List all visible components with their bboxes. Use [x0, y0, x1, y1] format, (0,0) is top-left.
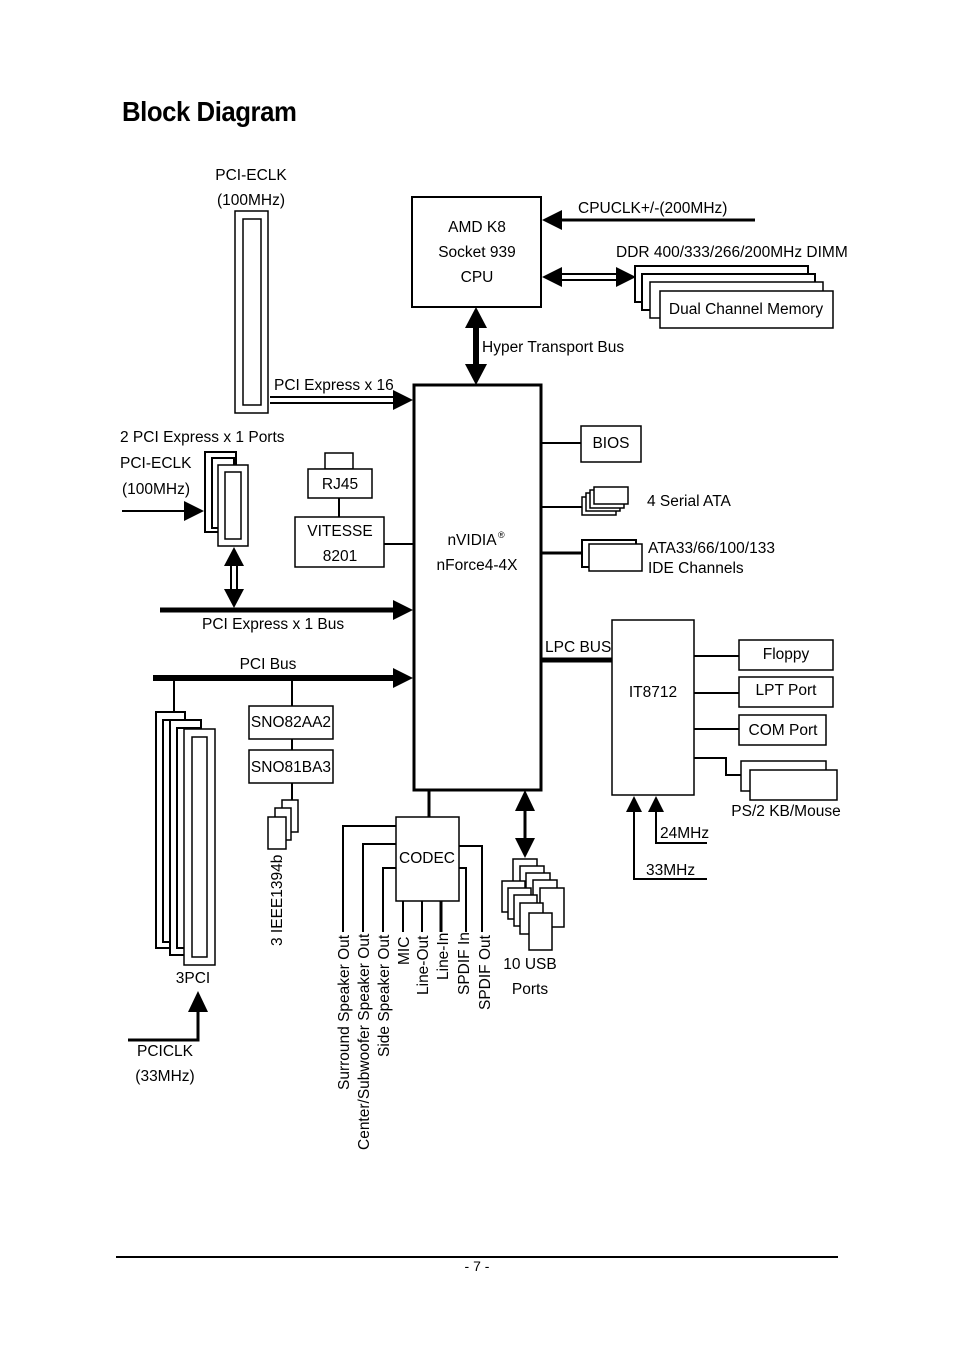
- lpt-port-label: LPT Port: [756, 682, 818, 699]
- memory-dimm-label: DDR 400/333/266/200MHz DIMM: [616, 244, 848, 261]
- com-port-label: COM Port: [749, 722, 819, 739]
- codec-output-surround: Surround Speaker Out: [336, 934, 353, 1090]
- chipset-block: nVIDIA ® nForce4-4X: [412, 383, 543, 792]
- usb-label-1: 10 USB: [503, 956, 556, 973]
- ide-label-1: ATA33/66/100/133: [648, 540, 775, 557]
- pci-bus-label: PCI Bus: [240, 656, 297, 673]
- codec-block: CODEC Surround Speaker Out Center/Subwoo…: [336, 790, 494, 1150]
- pcie1-clk-label-2: (100MHz): [122, 481, 190, 498]
- cpu-label-3: CPU: [461, 269, 494, 286]
- pcie16-clk-label-2: (100MHz): [217, 192, 285, 209]
- memory-block: Dual Channel Memory DDR 400/333/266/200M…: [542, 244, 848, 329]
- usb-block: 10 USB Ports: [501, 790, 565, 998]
- usb-label-2: Ports: [512, 981, 548, 998]
- pciclk-label-1: PCICLK: [137, 1043, 194, 1060]
- pci-bus: PCI Bus: [153, 656, 413, 688]
- ieee1394-chip1-label: SNO82AA2: [251, 714, 331, 731]
- cpu-block: AMD K8 Socket 939 CPU: [411, 196, 542, 308]
- codec-output-spdif-out: SPDIF Out: [477, 934, 494, 1010]
- pciclk-label-2: (33MHz): [135, 1068, 194, 1085]
- pcie-x16-slot: PCI-ECLK (100MHz) PCI Express x 16: [215, 167, 413, 414]
- rj45-label: RJ45: [322, 476, 358, 493]
- chipset-label-2: nForce4-4X: [437, 557, 519, 574]
- lan-phy-label-1: VITESSE: [307, 523, 372, 540]
- codec-output-line-in: Line-In: [435, 933, 452, 980]
- lpc-bus-label: LPC BUS: [545, 639, 611, 656]
- pcie1-clk-label-1: PCI-ECLK: [120, 455, 192, 472]
- ieee1394-block: SNO82AA2 SNO81BA3 3 IEEE1394b: [248, 678, 334, 946]
- cpuclk-label: CPUCLK+/-(200MHz): [578, 200, 727, 217]
- bios-block: BIOS: [541, 425, 642, 463]
- ide-block: ATA33/66/100/133 IDE Channels: [541, 539, 775, 577]
- sata-block: 4 Serial ATA: [541, 486, 732, 516]
- pci-slots-label: 3PCI: [176, 970, 210, 987]
- codec-output-side: Side Speaker Out: [376, 934, 393, 1057]
- pcie1-ports-label: 2 PCI Express x 1 Ports: [120, 429, 285, 446]
- codec-label: CODEC: [399, 850, 455, 867]
- ide-label-2: IDE Channels: [648, 560, 744, 577]
- floppy-label: Floppy: [763, 646, 810, 663]
- clk24-label: 24MHz: [660, 825, 709, 842]
- codec-output-spdif-in: SPDIF In: [456, 932, 473, 995]
- lan-phy-label-2: 8201: [323, 548, 357, 565]
- codec-output-mic: MIC: [396, 937, 413, 965]
- cpu-label-2: Socket 939: [438, 244, 516, 261]
- cpuclk-arrow: CPUCLK+/-(200MHz): [542, 200, 755, 230]
- hyper-transport-bus: Hyper Transport Bus: [465, 307, 624, 385]
- ieee1394-chip2-label: SNO81BA3: [251, 759, 331, 776]
- chipset-reg-mark: ®: [498, 530, 505, 540]
- lan-block: RJ45 VITESSE 8201: [294, 452, 414, 568]
- page-number: - 7 -: [464, 1258, 490, 1274]
- codec-output-center-sub: Center/Subwoofer Speaker Out: [356, 933, 373, 1150]
- hyper-transport-label: Hyper Transport Bus: [482, 339, 624, 356]
- bios-label: BIOS: [592, 435, 629, 452]
- ps2-label: PS/2 KB/Mouse: [731, 803, 840, 820]
- pci-slots: 3PCI PCICLK (33MHz): [128, 678, 216, 1085]
- cpu-label-1: AMD K8: [448, 219, 506, 236]
- pcie16-clk-label-1: PCI-ECLK: [215, 167, 287, 184]
- pcie16-bus-label: PCI Express x 16: [274, 377, 394, 394]
- memory-box-label: Dual Channel Memory: [669, 301, 823, 318]
- pcie1-bus-label: PCI Express x 1 Bus: [202, 616, 344, 633]
- sata-label: 4 Serial ATA: [647, 493, 732, 510]
- chipset-label-1: nVIDIA: [447, 532, 497, 549]
- clk33-label: 33MHz: [646, 862, 695, 879]
- block-diagram: AMD K8 Socket 939 CPU CPUCLK+/-(200MHz) …: [120, 167, 848, 1150]
- codec-output-line-out: Line-Out: [415, 935, 432, 995]
- superio-block: LPC BUS IT8712 Floppy LPT Port COM Port …: [541, 619, 841, 880]
- ieee1394-ports-label: 3 IEEE1394b: [269, 855, 286, 946]
- superio-label: IT8712: [629, 684, 677, 701]
